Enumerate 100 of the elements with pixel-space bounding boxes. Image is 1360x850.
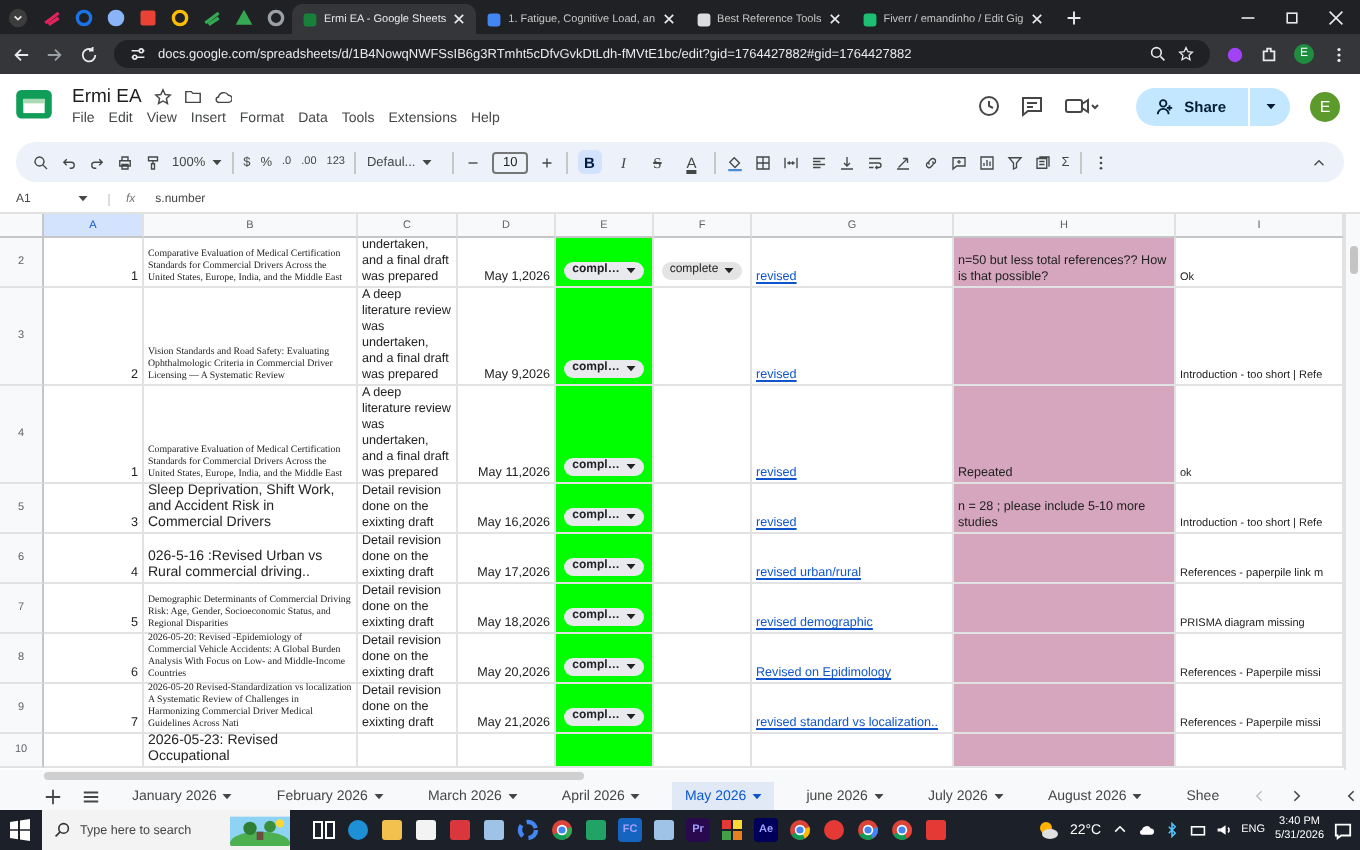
collapse-icon[interactable] bbox=[1343, 788, 1360, 804]
align-icon[interactable] bbox=[809, 153, 828, 171]
grid-app-icon[interactable] bbox=[720, 818, 744, 842]
weather-icon[interactable] bbox=[1035, 818, 1060, 842]
caret-icon bbox=[752, 793, 763, 799]
vertical-scrollbar[interactable] bbox=[1344, 214, 1360, 770]
text-wrap-icon[interactable] bbox=[865, 153, 884, 171]
caret-icon bbox=[625, 268, 636, 274]
window-icon[interactable] bbox=[482, 818, 506, 842]
chrome-icon[interactable] bbox=[788, 818, 812, 842]
extension-icon[interactable] bbox=[1226, 45, 1244, 63]
search-icon bbox=[54, 822, 70, 838]
back-icon[interactable] bbox=[12, 45, 30, 63]
redo-icon[interactable] bbox=[88, 153, 106, 171]
caret-icon bbox=[873, 793, 884, 799]
video-call-icon[interactable] bbox=[1064, 94, 1101, 118]
caret-icon bbox=[211, 159, 222, 165]
caret-icon bbox=[625, 614, 636, 620]
circle-logo-icon[interactable] bbox=[74, 8, 94, 28]
show-hidden-icons[interactable] bbox=[1111, 822, 1128, 838]
comment-icon[interactable] bbox=[949, 153, 968, 171]
add-sheet-icon[interactable] bbox=[44, 787, 62, 805]
plus-icon[interactable] bbox=[537, 153, 556, 171]
close-icon[interactable] bbox=[827, 12, 842, 26]
comment-icon[interactable] bbox=[1020, 94, 1045, 118]
caret-icon bbox=[625, 514, 636, 520]
text-rotate-icon[interactable] bbox=[893, 153, 912, 171]
undo-icon[interactable] bbox=[60, 153, 78, 171]
borders-icon[interactable] bbox=[753, 153, 772, 171]
close-icon[interactable] bbox=[452, 12, 467, 26]
app-icon[interactable] bbox=[822, 818, 846, 842]
favicon-icon bbox=[861, 11, 878, 27]
folder-icon[interactable] bbox=[183, 88, 202, 106]
search-highlight-icon bbox=[230, 814, 290, 846]
caret-icon bbox=[625, 366, 636, 372]
paint-format-icon[interactable] bbox=[144, 153, 162, 171]
multicolor-circle-icon[interactable] bbox=[516, 818, 540, 842]
caret-icon bbox=[630, 793, 641, 799]
caret-icon bbox=[625, 464, 636, 470]
fill-color-icon[interactable] bbox=[725, 153, 744, 171]
reload-icon[interactable] bbox=[80, 45, 98, 63]
app-icon[interactable] bbox=[448, 818, 472, 842]
caret-icon bbox=[78, 196, 88, 202]
chart-icon[interactable] bbox=[977, 153, 996, 171]
horizontal-scrollbar[interactable] bbox=[0, 770, 1360, 782]
close-icon[interactable] bbox=[1328, 10, 1344, 26]
store-icon[interactable] bbox=[414, 818, 438, 842]
drive-icon[interactable] bbox=[234, 8, 254, 28]
chrome-icon[interactable] bbox=[550, 818, 574, 842]
filter-icon[interactable] bbox=[1005, 153, 1024, 171]
tab-search-icon[interactable] bbox=[8, 8, 28, 28]
bluetooth-icon[interactable] bbox=[1163, 822, 1180, 838]
caret-icon bbox=[625, 664, 636, 670]
caret-icon bbox=[373, 793, 384, 799]
merge-cells-icon[interactable] bbox=[781, 153, 800, 171]
caret-icon bbox=[421, 159, 432, 165]
cloud-icon[interactable] bbox=[1137, 822, 1154, 838]
caret-icon bbox=[993, 793, 1004, 799]
caret-icon bbox=[222, 793, 233, 799]
favicon-icon bbox=[302, 11, 318, 27]
close-icon[interactable] bbox=[1029, 12, 1044, 26]
windows-logo-icon[interactable] bbox=[8, 818, 32, 842]
app-icon[interactable] bbox=[924, 818, 948, 842]
forward-icon[interactable] bbox=[46, 45, 64, 63]
filter-views-icon[interactable] bbox=[1033, 153, 1052, 171]
maximize-icon[interactable] bbox=[1284, 10, 1300, 26]
person-icon bbox=[1156, 97, 1175, 115]
close-icon[interactable] bbox=[661, 12, 676, 26]
caret-icon bbox=[625, 714, 636, 720]
favicon-icon bbox=[486, 11, 503, 27]
folder-icon[interactable] bbox=[380, 818, 404, 842]
caret-icon[interactable] bbox=[1266, 103, 1276, 109]
chrome-icon[interactable] bbox=[856, 818, 880, 842]
browser-icon[interactable] bbox=[346, 818, 370, 842]
zoom-icon[interactable] bbox=[1150, 46, 1166, 62]
all-sheets-icon[interactable] bbox=[82, 787, 100, 805]
notification-icon[interactable] bbox=[1334, 821, 1352, 839]
new-tab-icon[interactable] bbox=[1065, 10, 1082, 26]
sheets-logo-icon[interactable] bbox=[16, 90, 52, 122]
task-view-icon[interactable] bbox=[312, 818, 336, 842]
caret-icon bbox=[724, 268, 735, 274]
vertical-align-icon[interactable] bbox=[837, 153, 856, 171]
caret-icon bbox=[1132, 793, 1143, 799]
print-icon[interactable] bbox=[116, 153, 134, 171]
history-icon[interactable] bbox=[976, 94, 1001, 118]
volume-icon[interactable] bbox=[1215, 822, 1232, 838]
site-info-icon[interactable] bbox=[130, 46, 146, 62]
caret-icon bbox=[625, 564, 636, 570]
ring-icon[interactable] bbox=[170, 8, 190, 28]
document-title[interactable]: Ermi EA bbox=[72, 86, 142, 108]
star-icon[interactable] bbox=[153, 88, 172, 106]
favicon-icon bbox=[695, 11, 712, 27]
sheet-app-icon[interactable] bbox=[584, 818, 608, 842]
chrome-icon[interactable] bbox=[890, 818, 914, 842]
search-icon[interactable] bbox=[32, 153, 50, 171]
empty-cell bbox=[358, 734, 458, 768]
cloud-icon[interactable] bbox=[213, 88, 232, 106]
window-icon[interactable] bbox=[652, 818, 676, 842]
caret-icon bbox=[507, 793, 518, 799]
link-icon[interactable] bbox=[921, 153, 940, 171]
